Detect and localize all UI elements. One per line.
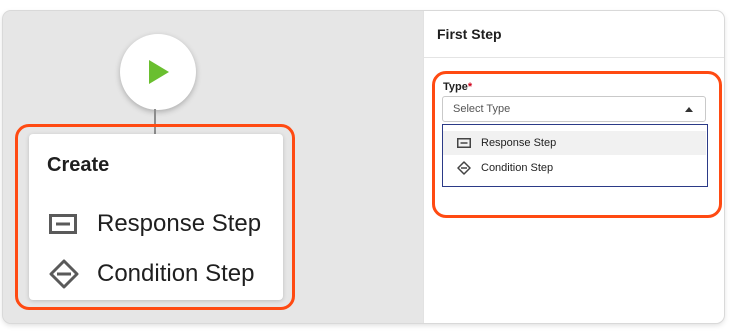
highlight-outline-create-menu (15, 124, 295, 310)
panel-title: First Step (437, 26, 502, 42)
highlight-outline-type-field (432, 71, 722, 218)
play-icon (149, 60, 169, 84)
step-settings-panel: First Step Type* Select Type Response St… (423, 11, 724, 323)
app-window: Create Response Step Condition Step Firs… (3, 11, 724, 323)
flow-canvas[interactable]: Create Response Step Condition Step (3, 11, 423, 323)
start-node[interactable] (120, 34, 196, 110)
panel-divider (424, 57, 724, 58)
